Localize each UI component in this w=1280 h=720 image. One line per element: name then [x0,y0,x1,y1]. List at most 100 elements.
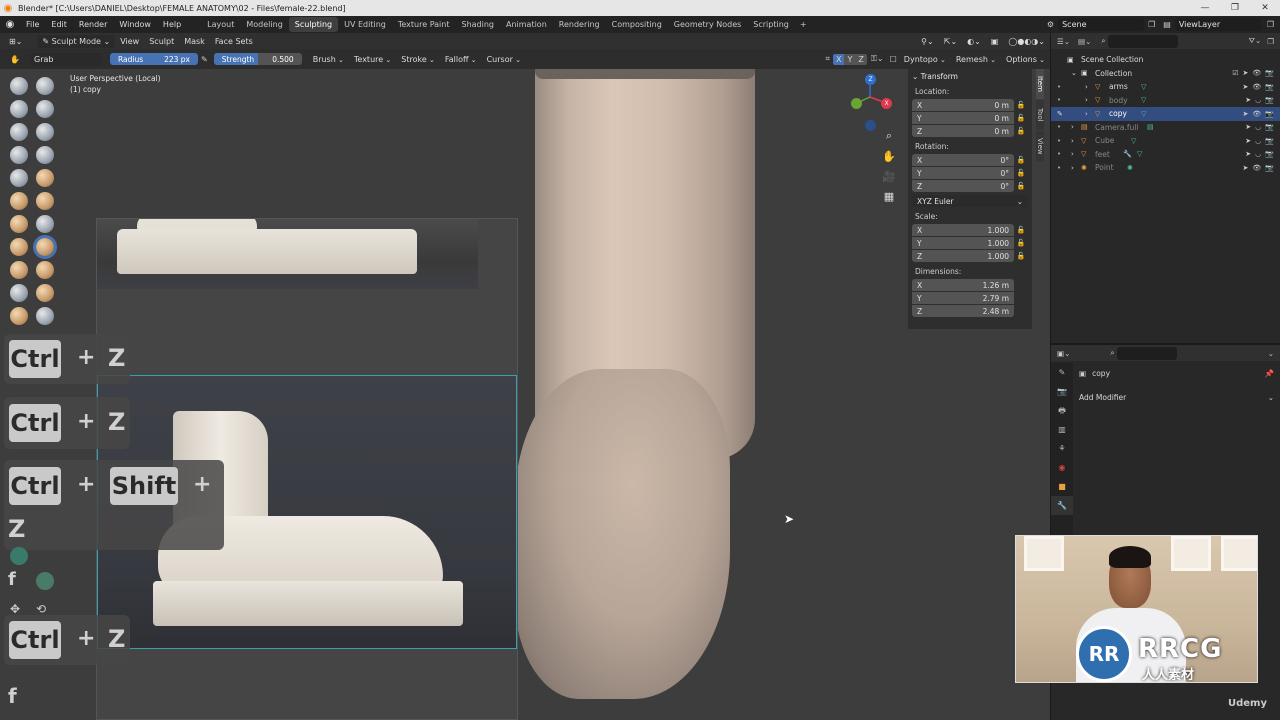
pan-hand-icon[interactable]: ✋ [880,148,898,166]
transform-section-header[interactable]: ⌄ Transform [912,72,1028,81]
add-workspace-button[interactable]: + [795,20,812,29]
3d-viewport[interactable]: User Perspective (Local) (1) copy Ctrl +… [0,69,1050,720]
view-object-types-icon[interactable]: ⚲⌄ [916,37,939,46]
outliner-row-cube[interactable]: • › ▽ Cube ▽ ➤ ◡ 📷 [1051,134,1280,148]
properties-editor-icon[interactable]: ▣⌄ [1057,349,1070,358]
outliner-row-body[interactable]: • › ▽ body ▽ ➤ ◡ 📷 [1051,94,1280,108]
tab-geometry-nodes[interactable]: Geometry Nodes [668,17,747,32]
select-icon[interactable]: ➤ [1243,69,1249,77]
minimize-button[interactable]: — [1190,0,1220,16]
clay-thumb-brush-icon[interactable] [10,123,28,141]
eye-closed-icon[interactable]: ◡ [1255,96,1261,104]
editor-type-icon[interactable]: ⊞⌄ [4,37,27,46]
fill-brush-icon[interactable] [36,192,54,210]
pose-brush-icon[interactable] [36,284,54,302]
output-tab-icon[interactable]: 🖶 [1051,401,1073,420]
close-button[interactable]: ✕ [1250,0,1280,16]
crease-brush-icon[interactable] [10,169,28,187]
outliner-row-camera[interactable]: • › ▤ Camera.full ▤ ➤ ◡ 📷 [1051,121,1280,135]
mask-tool-icon[interactable] [10,547,28,565]
outliner-row-point[interactable]: • › ✺ Point ✺ ➤ 👁 📷 [1051,161,1280,175]
new-view-layer-icon[interactable]: ❐ [1261,20,1280,29]
tab-item[interactable]: Item [1036,69,1044,99]
location-z-field[interactable]: Z0 m [912,125,1014,137]
lock-axis-icon[interactable]: ⚿⌄ [867,54,888,64]
location-x-field[interactable]: X0 m [912,99,1014,111]
tab-animation[interactable]: Animation [500,17,553,32]
scale-x-field[interactable]: X 1.000 [912,224,1014,236]
symmetry-z-toggle[interactable]: Z [855,53,867,65]
rotation-z-field[interactable]: Z 0° [912,180,1014,192]
tab-sculpting[interactable]: Sculpting [288,17,339,32]
box-mask-tool-icon[interactable] [36,572,54,590]
scale-y-field[interactable]: Y 1.000 [912,237,1014,249]
strength-slider[interactable]: Strength 0.500 [213,53,302,65]
elastic-deform-brush-icon[interactable] [10,261,28,279]
lock-icon[interactable]: 🔓 [1014,169,1028,177]
xray-toggle-icon[interactable]: ▣ [986,37,1004,46]
expand-arrow-icon[interactable]: ⌄ [1071,69,1077,77]
world-tab-icon[interactable]: ◉ [1051,458,1073,477]
blender-menu-icon[interactable]: ◉ [0,19,20,30]
lock-icon[interactable]: 🔓 [1014,156,1028,164]
view-layer-tab-icon[interactable]: ▥ [1051,420,1073,439]
menu-mask[interactable]: Mask [179,37,210,46]
move-tool-icon[interactable]: ✥ [10,602,20,616]
grab-brush-tool-icon[interactable] [33,235,57,259]
thumb-brush-icon[interactable] [10,284,28,302]
lock-icon[interactable]: 🔓 [1014,127,1028,135]
render-tab-icon[interactable]: 📷 [1051,382,1073,401]
lock-icon[interactable]: 🔓 [1014,101,1028,109]
menu-view[interactable]: View [115,37,144,46]
filter-icon[interactable]: ⛛⌄ [1249,36,1262,46]
dimensions-y-field[interactable]: Y 2.79 m [912,292,1014,304]
symmetry-x-toggle[interactable]: X [832,53,845,65]
outliner-editor-icon[interactable]: ☰⌄ [1057,37,1070,46]
modifier-tab-icon[interactable]: 🔧 [1051,496,1073,515]
brush-dropdown[interactable]: Brush [308,55,349,64]
tab-layout[interactable]: Layout [201,17,240,32]
dyntopo-dropdown[interactable]: Dyntopo [899,55,951,64]
tab-uv-editing[interactable]: UV Editing [338,17,392,32]
lock-icon[interactable]: 🔓 [1014,226,1028,234]
tab-modeling[interactable]: Modeling [240,17,288,32]
scale-z-field[interactable]: Z 1.000 [912,250,1014,262]
layer-brush-icon[interactable] [36,123,54,141]
gizmo-toggle-icon[interactable]: ⇱⌄ [939,37,962,46]
tab-tool[interactable]: Tool [1036,100,1044,130]
tab-view[interactable]: View [1036,131,1044,161]
navigation-gizmo[interactable]: Z X [846,73,906,133]
menu-help[interactable]: Help [157,20,187,29]
options-dropdown[interactable]: Options [1001,55,1050,64]
inflate-brush-icon[interactable] [10,146,28,164]
object-tab-icon[interactable]: ■ [1051,477,1073,496]
gizmo-y-axis[interactable] [851,98,862,109]
location-y-field[interactable]: Y0 m [912,112,1014,124]
cursor-dropdown[interactable]: Cursor [482,55,526,64]
outliner-row-copy[interactable]: ✎ › ▽ copy ▽ ➤ 👁 📷 [1051,107,1280,121]
rotate-brush-icon[interactable] [36,307,54,325]
menu-file[interactable]: File [20,20,45,29]
lock-icon[interactable]: 🔓 [1014,114,1028,122]
outliner-row-feet[interactable]: • › ▽ feet 🔧 ▽ ➤ ◡ 📷 [1051,148,1280,162]
symmetry-y-toggle[interactable]: Y [844,53,856,65]
scene-field[interactable]: Scene [1058,18,1145,31]
lock-icon[interactable]: 🔓 [1014,182,1028,190]
nudge-brush-icon[interactable] [10,307,28,325]
maximize-button[interactable]: ❐ [1220,0,1250,16]
include-checkbox[interactable]: ☑ [1232,69,1238,77]
dimensions-z-field[interactable]: Z 2.48 m [912,305,1014,317]
menu-face-sets[interactable]: Face Sets [210,37,258,46]
menu-sculpt[interactable]: Sculpt [144,37,179,46]
shading-modes-icon[interactable]: ◯●◐◑⌄ [1003,37,1050,46]
pin-icon[interactable]: 📌 [1265,369,1274,378]
render-icon[interactable]: 📷 [1265,69,1274,77]
gizmo-x-axis[interactable]: X [881,98,892,109]
camera-view-icon[interactable]: 🎥 [880,168,898,186]
clay-strips-brush-icon[interactable] [36,100,54,118]
lock-icon[interactable]: 🔓 [1014,252,1028,260]
display-mode-icon[interactable]: ▤⌄ [1078,37,1091,46]
overlay-toggle-icon[interactable]: ◐⌄ [962,37,986,46]
lock-icon[interactable]: 🔓 [1014,239,1028,247]
blob-brush-icon[interactable] [36,146,54,164]
